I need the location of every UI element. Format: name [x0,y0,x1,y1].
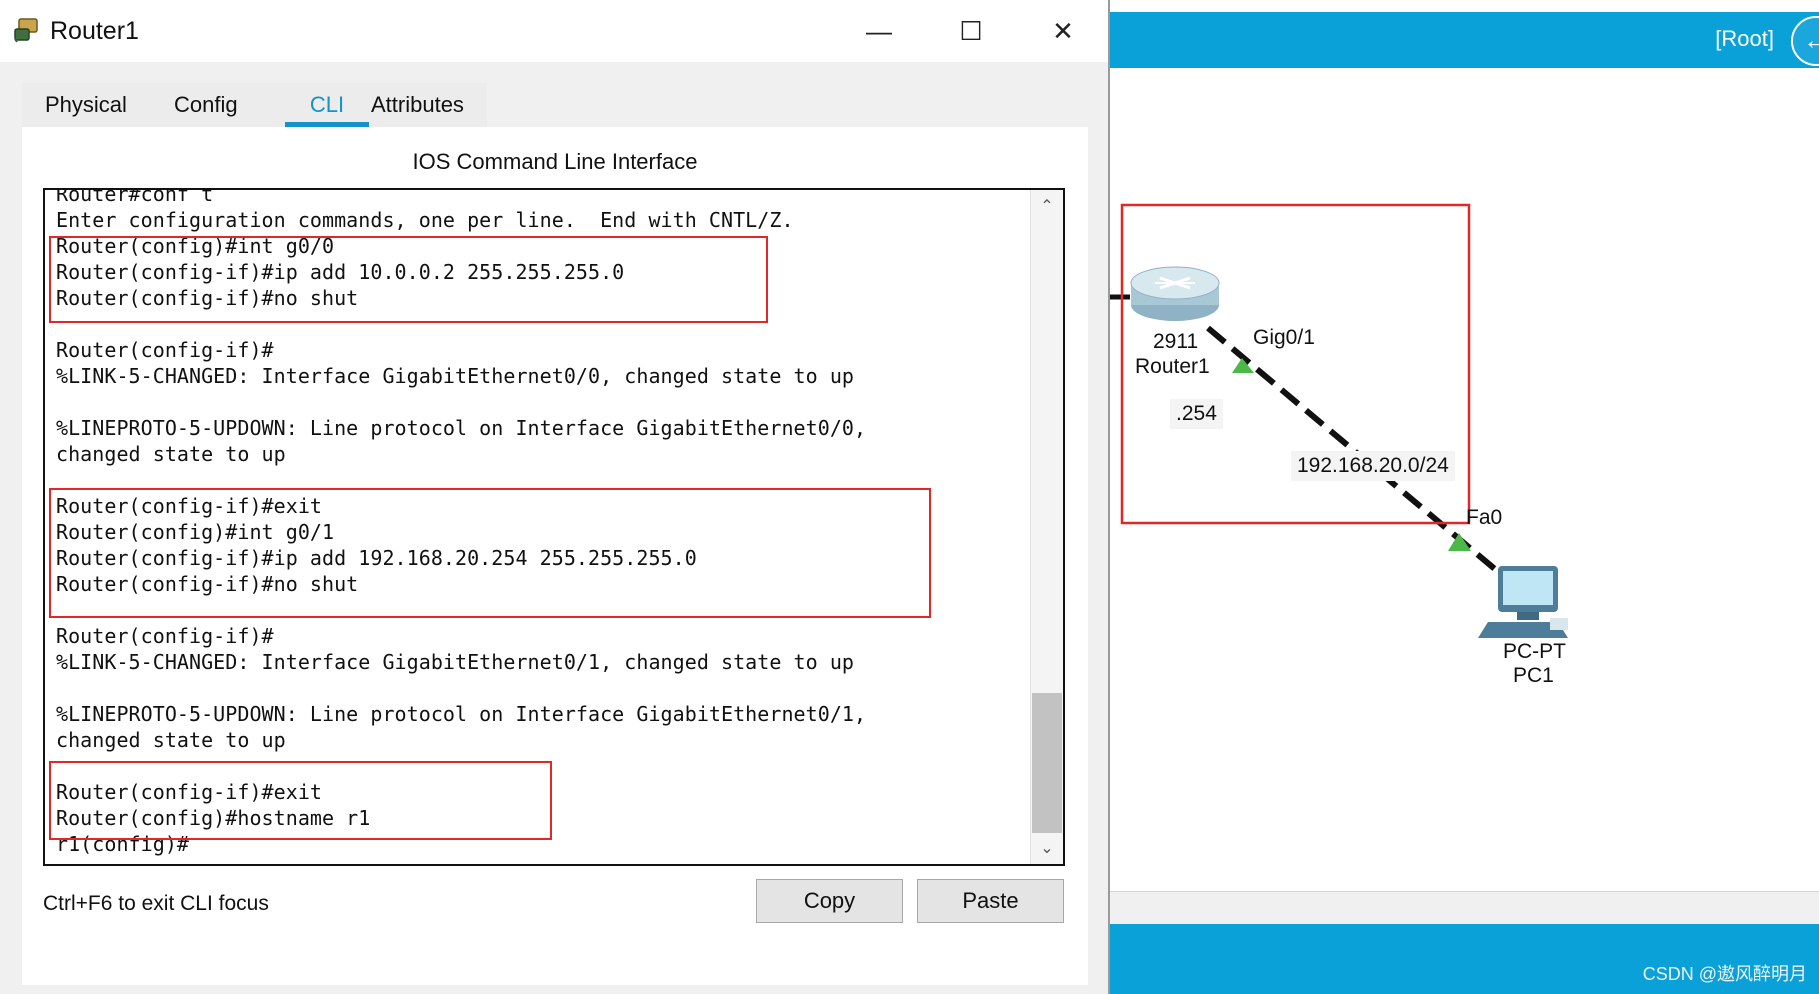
terminal-line: Enter configuration commands, one per li… [56,208,794,232]
router-icon[interactable] [1130,266,1220,321]
terminal-line: %LINK-5-CHANGED: Interface GigabitEthern… [56,364,855,388]
cli-terminal[interactable]: Router#conf t Enter configuration command… [43,188,1065,866]
cli-focus-hint: Ctrl+F6 to exit CLI focus [43,892,269,915]
title-bar[interactable]: Router1 — ☐ ✕ [0,0,1108,62]
router-dialog-window[interactable]: Router1 — ☐ ✕ Physical Config CLI Attrib… [0,0,1110,994]
tab-config[interactable]: Config [174,83,238,127]
terminal-line: %LINEPROTO-5-UPDOWN: Line protocol on In… [56,416,867,440]
highlight-box-g0-1 [49,488,931,618]
cli-panel: IOS Command Line Interface Router#conf t… [22,127,1088,985]
logical-workspace[interactable]: [Root] ← 2911 Router1 Gig0/1 .254 192.16… [1110,0,1819,994]
terminal-line: Router#conf t [56,188,214,206]
network-label[interactable]: 192.168.20.0/24 [1291,451,1455,481]
copy-button[interactable]: Copy [756,879,903,923]
terminal-line: changed state to up [56,442,286,466]
highlight-box-g0-0 [49,236,768,323]
paste-button[interactable]: Paste [917,879,1064,923]
workspace-bottom-strip [1110,891,1819,924]
window-title: Router1 [50,17,139,45]
router-ip-label[interactable]: .254 [1170,399,1223,429]
tab-bar: Physical Config CLI Attributes [22,83,487,127]
pc-model-label: PC-PT [1503,640,1566,663]
close-button[interactable]: ✕ [1032,8,1094,54]
scrollbar-thumb[interactable] [1032,693,1062,833]
highlight-box-hostname [49,761,552,840]
topology-canvas[interactable] [1110,0,1819,994]
terminal-line: %LINEPROTO-5-UPDOWN: Line protocol on In… [56,702,867,726]
terminal-line: Router(config-if)# [56,624,274,648]
router-device-icon [14,18,38,43]
watermark: CSDN @遨风醉明月 [1642,964,1807,984]
router-model-label: 2911 [1153,330,1199,353]
maximize-button[interactable]: ☐ [940,8,1002,54]
terminal-line: changed state to up [56,728,286,752]
pc-port-label: Fa0 [1466,506,1503,529]
terminal-scrollbar[interactable]: ⌃ ⌄ [1030,190,1063,864]
tab-cli[interactable]: CLI [285,83,369,127]
cli-header: IOS Command Line Interface [412,149,698,174]
scroll-up-arrow-icon[interactable]: ⌃ [1031,196,1063,216]
terminal-line: Router(config-if)# [56,338,274,362]
tab-physical[interactable]: Physical [45,83,127,127]
terminal-line: %LINK-5-CHANGED: Interface GigabitEthern… [56,650,855,674]
pc-icon[interactable] [1478,566,1568,638]
tab-attributes[interactable]: Attributes [371,83,464,127]
router-name-label[interactable]: Router1 [1135,355,1210,379]
minimize-button[interactable]: — [848,8,910,54]
workspace-bottom-bar: CSDN @遨风醉明月 [1110,924,1819,994]
scroll-down-arrow-icon[interactable]: ⌄ [1031,838,1063,858]
router-port-label: Gig0/1 [1253,326,1315,349]
pc-name-label[interactable]: PC1 [1513,664,1554,688]
